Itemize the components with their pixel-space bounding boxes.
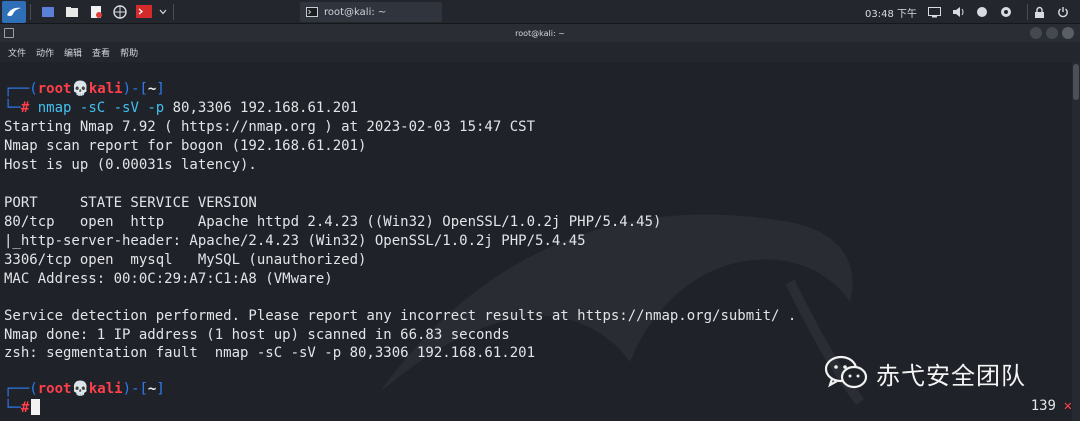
close-button[interactable] — [1062, 27, 1074, 39]
window-menu-icon[interactable] — [4, 28, 14, 38]
watermark: 赤弋安全团队 — [824, 355, 1026, 391]
output-line: 80/tcp open http Apache httpd 2.4.23 ((W… — [4, 214, 662, 230]
chevron-down-icon[interactable] — [157, 2, 169, 22]
terminal-icon — [306, 7, 318, 17]
window-title: root@kali: ~ — [515, 28, 565, 38]
prompt-host: kali — [88, 81, 123, 97]
prompt-host: kali — [88, 381, 123, 397]
skull-icon: 💀 — [71, 81, 89, 97]
scrollbar-thumb[interactable] — [1073, 64, 1079, 100]
output-line: Nmap scan report for bogon (192.168.61.2… — [4, 138, 367, 154]
kali-menu-button[interactable] — [2, 0, 26, 23]
exit-status-code: 139 — [1030, 398, 1056, 414]
input-line[interactable]: └─# — [4, 399, 41, 417]
network-icon[interactable] — [975, 5, 989, 19]
prompt-user: root — [37, 81, 72, 97]
taskbar-window-label: root@kali: ~ — [324, 6, 387, 18]
show-desktop-icon[interactable] — [37, 2, 59, 22]
terminal-scrollbar[interactable] — [1072, 62, 1080, 421]
menu-actions[interactable]: 动作 — [36, 46, 54, 59]
maximize-button[interactable] — [1046, 27, 1058, 39]
output-line: zsh: segmentation fault nmap -sC -sV -p … — [4, 345, 536, 361]
prompt-line-top: ┌──(root💀kali)-[~] — [4, 381, 165, 397]
screen-icon[interactable] — [927, 5, 941, 19]
output-line: 3306/tcp open mysql MySQL (unauthorized) — [4, 252, 367, 268]
terminal-launcher-icon[interactable] — [133, 2, 155, 22]
command-args: 80,3306 192.168.61.201 — [172, 100, 359, 116]
text-editor-icon[interactable] — [85, 2, 107, 22]
menu-edit[interactable]: 编辑 — [64, 46, 82, 59]
prompt-user: root — [37, 381, 72, 397]
menu-file[interactable]: 文件 — [8, 46, 26, 59]
notification-icon[interactable] — [999, 5, 1013, 19]
output-line: Service detection performed. Please repo… — [4, 308, 797, 324]
system-tray: 03:48 下午 — [865, 0, 1080, 24]
prompt-symbol: # — [20, 400, 30, 416]
taskbar-window-button[interactable]: root@kali: ~ — [300, 2, 442, 22]
command-line: └─# nmap -sC -sV -p 80,3306 192.168.61.2… — [4, 100, 359, 116]
window-controls — [1026, 27, 1074, 39]
kali-dragon-icon — [7, 7, 21, 16]
web-browser-icon[interactable] — [109, 2, 131, 22]
output-line: PORT STATE SERVICE VERSION — [4, 195, 257, 211]
power-icon[interactable] — [1056, 5, 1070, 19]
window-titlebar[interactable]: root@kali: ~ — [0, 24, 1080, 42]
text-cursor — [31, 399, 41, 415]
panel-separator — [1027, 4, 1028, 20]
output-line: Nmap done: 1 IP address (1 host up) scan… — [4, 327, 510, 343]
output-line: |_http-server-header: Apache/2.4.23 (Win… — [4, 233, 586, 249]
terminal-menubar: 文件 动作 编辑 查看 帮助 — [0, 42, 1080, 62]
top-panel: root@kali: ~ 03:48 下午 — [0, 0, 1080, 421]
file-manager-icon[interactable] — [61, 2, 83, 22]
prompt-line-top: ┌──(root💀kali)-[~] — [4, 81, 165, 97]
menu-view[interactable]: 查看 — [92, 46, 110, 59]
exit-status-error-icon: ✕ — [1063, 398, 1072, 414]
kali-dragon-background-icon — [380, 214, 865, 405]
panel-separator — [30, 3, 31, 20]
output-line: Starting Nmap 7.92 ( https://nmap.org ) … — [4, 119, 536, 135]
menu-help[interactable]: 帮助 — [120, 46, 138, 59]
output-line: Host is up (0.00031s latency). — [4, 157, 257, 173]
clock[interactable]: 03:48 下午 — [865, 5, 917, 20]
output-line: MAC Address: 00:0C:29:A7:C1:A8 (VMware) — [4, 271, 333, 287]
panel-separator — [173, 3, 174, 20]
command-flags: -sC -sV -p — [79, 100, 165, 116]
minimize-button[interactable] — [1030, 27, 1042, 39]
watermark-text: 赤弋安全团队 — [876, 361, 1026, 390]
command-name: nmap — [37, 100, 72, 116]
wechat-icon — [824, 355, 868, 389]
prompt-symbol: # — [20, 100, 30, 116]
skull-icon: 💀 — [71, 381, 89, 397]
volume-icon[interactable] — [951, 5, 965, 19]
lock-icon[interactable] — [1032, 5, 1046, 19]
